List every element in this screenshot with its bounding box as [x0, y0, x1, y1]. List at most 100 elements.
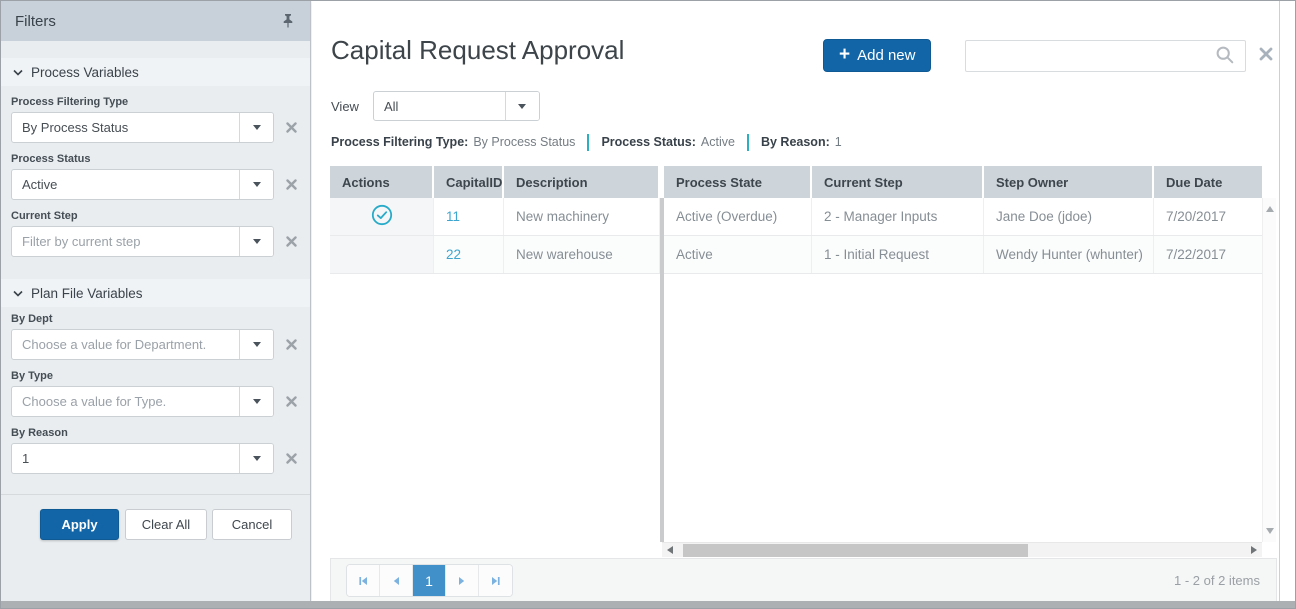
clear-filter-icon[interactable] [283, 234, 299, 250]
section-process-variables[interactable]: Process Variables [1, 58, 310, 86]
apply-button[interactable]: Apply [40, 509, 119, 540]
table-row: 22 New warehouse Active 1 - Initial Requ… [330, 236, 1262, 274]
field-current-step: Current Step Filter by current step [1, 210, 310, 257]
current-step-dropdown[interactable]: Filter by current step [11, 226, 274, 257]
view-label: View [331, 99, 359, 114]
search-box [965, 40, 1246, 72]
capitalid-cell: 22 [434, 236, 504, 273]
main-content: Capital Request Approval + Add new View … [312, 1, 1280, 602]
chevron-down-icon [253, 239, 261, 244]
clear-filter-icon[interactable] [283, 451, 299, 467]
column-header-due-date[interactable]: Due Date [1154, 166, 1262, 198]
dropdown-arrow-button[interactable] [239, 170, 273, 199]
process-filtering-type-dropdown[interactable]: By Process Status [11, 112, 274, 143]
column-header-current-step[interactable]: Current Step [812, 166, 984, 198]
clear-filter-icon[interactable] [283, 120, 299, 136]
approve-check-icon[interactable] [371, 204, 393, 229]
row-actions-cell [330, 236, 434, 273]
view-dropdown[interactable]: All [373, 91, 540, 121]
column-header-step-owner[interactable]: Step Owner [984, 166, 1154, 198]
last-page-button[interactable] [479, 565, 512, 596]
column-header-description[interactable]: Description [504, 166, 660, 198]
step-owner-cell: Jane Doe (jdoe) [984, 198, 1154, 235]
current-step-cell: 2 - Manager Inputs [812, 198, 984, 235]
pin-icon[interactable] [280, 13, 296, 29]
items-count-label: 1 - 2 of 2 items [1174, 573, 1260, 588]
field-by-type: By Type Choose a value for Type. [1, 370, 310, 417]
section-label: Process Variables [31, 65, 139, 80]
row-actions-cell [330, 198, 434, 235]
horizontal-scrollbar[interactable] [662, 542, 1262, 557]
filter-summary: Process Filtering Type: By Process Statu… [331, 132, 842, 152]
pager-buttons: 1 [346, 564, 513, 597]
view-selector-row: View All [331, 91, 540, 121]
horizontal-scrollbar-thumb[interactable] [683, 544, 1028, 557]
step-owner-cell: Wendy Hunter (whunter) [984, 236, 1154, 273]
app-window: Filters Process Variables Process Filter… [0, 0, 1296, 609]
chevron-down-icon [13, 69, 23, 76]
clear-filter-icon[interactable] [283, 177, 299, 193]
summary-label: Process Filtering Type: [331, 135, 468, 149]
pager-bar: 1 1 - 2 of 2 items [330, 558, 1277, 603]
first-page-button[interactable] [347, 565, 380, 596]
clear-filter-icon[interactable] [283, 337, 299, 353]
summary-separator [747, 134, 749, 151]
divider [1, 494, 310, 495]
dropdown-value: 1 [12, 451, 239, 466]
dropdown-arrow-button[interactable] [239, 330, 273, 359]
filters-title: Filters [15, 13, 280, 30]
capitalid-link[interactable]: 22 [446, 247, 461, 262]
due-date-cell: 7/22/2017 [1154, 236, 1262, 273]
dropdown-arrow-button[interactable] [239, 444, 273, 473]
column-header-process-state[interactable]: Process State [664, 166, 812, 198]
previous-page-button[interactable] [380, 565, 413, 596]
field-label: Process Status [11, 153, 300, 165]
by-dept-dropdown[interactable]: Choose a value for Department. [11, 329, 274, 360]
column-header-capitalid[interactable]: CapitalID [434, 166, 504, 198]
scroll-up-arrow-icon[interactable] [1266, 206, 1274, 212]
next-page-button[interactable] [446, 565, 479, 596]
process-status-dropdown[interactable]: Active [11, 169, 274, 200]
dropdown-arrow-button[interactable] [505, 92, 539, 120]
dropdown-arrow-button[interactable] [239, 113, 273, 142]
page-number-button[interactable]: 1 [413, 565, 446, 596]
section-label: Plan File Variables [31, 286, 143, 301]
clear-all-button[interactable]: Clear All [125, 509, 207, 540]
search-input[interactable] [966, 41, 1215, 71]
field-process-status: Process Status Active [1, 153, 310, 200]
chevron-down-icon [253, 399, 261, 404]
table-row: 11 New machinery Active (Overdue) 2 - Ma… [330, 198, 1262, 236]
chevron-down-icon [13, 290, 23, 297]
close-icon[interactable] [1259, 47, 1275, 63]
dropdown-arrow-button[interactable] [239, 227, 273, 256]
summary-value: 1 [835, 135, 842, 149]
summary-value: Active [701, 135, 735, 149]
chevron-down-icon [253, 456, 261, 461]
section-plan-file-variables[interactable]: Plan File Variables [1, 279, 310, 307]
search-icon[interactable] [1215, 45, 1237, 67]
scroll-down-arrow-icon[interactable] [1266, 528, 1274, 534]
filters-panel-header: Filters [1, 1, 310, 41]
current-step-cell: 1 - Initial Request [812, 236, 984, 273]
column-header-actions[interactable]: Actions [330, 166, 434, 198]
scroll-right-arrow-icon[interactable] [1251, 546, 1257, 554]
add-new-button[interactable]: + Add new [823, 39, 931, 72]
scroll-left-arrow-icon[interactable] [667, 546, 673, 554]
dropdown-arrow-button[interactable] [239, 387, 273, 416]
clear-filter-icon[interactable] [283, 394, 299, 410]
field-by-reason: By Reason 1 [1, 427, 310, 474]
by-reason-dropdown[interactable]: 1 [11, 443, 274, 474]
description-cell: New machinery [504, 198, 660, 235]
chevron-down-icon [253, 182, 261, 187]
page-title: Capital Request Approval [331, 35, 624, 66]
capitalid-link[interactable]: 11 [446, 209, 460, 224]
dropdown-value: Active [12, 177, 239, 192]
add-new-label: Add new [857, 47, 915, 64]
capitalid-cell: 11 [434, 198, 504, 235]
by-type-dropdown[interactable]: Choose a value for Type. [11, 386, 274, 417]
dropdown-placeholder: Choose a value for Department. [12, 337, 239, 352]
vertical-scrollbar[interactable] [1262, 198, 1276, 542]
cancel-button[interactable]: Cancel [212, 509, 292, 540]
field-label: Process Filtering Type [11, 96, 300, 108]
chevron-down-icon [518, 104, 526, 109]
